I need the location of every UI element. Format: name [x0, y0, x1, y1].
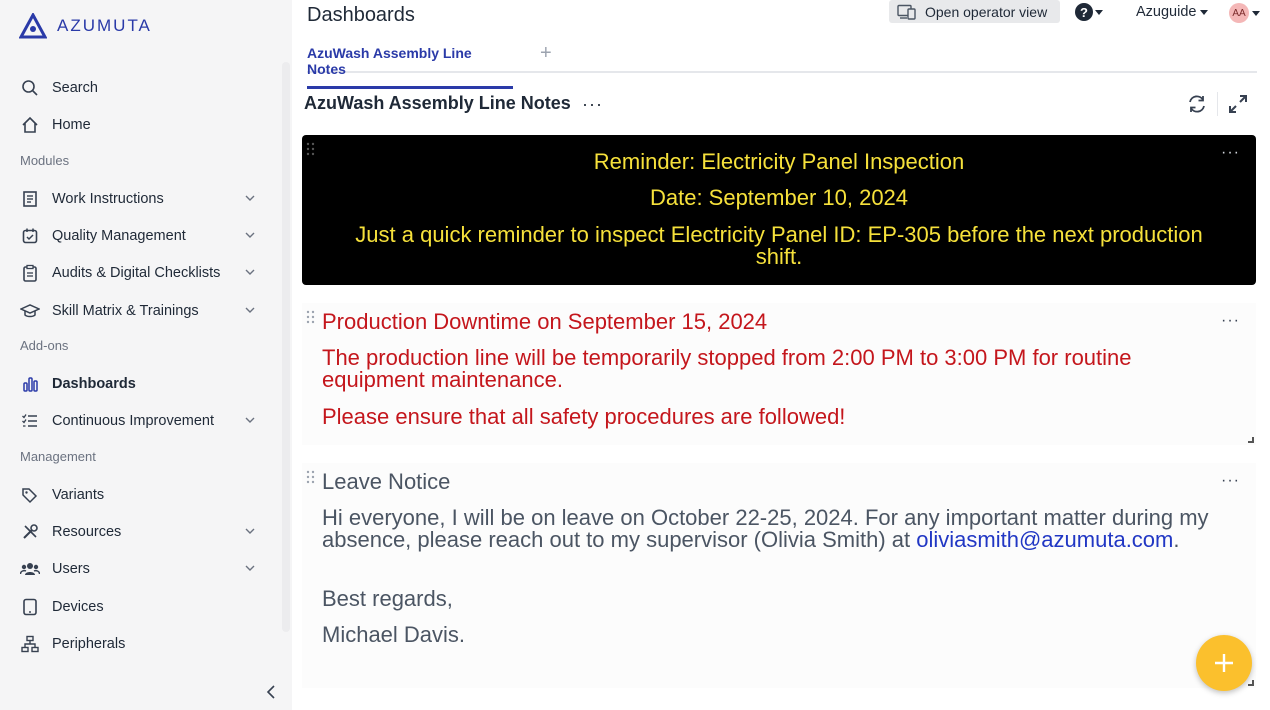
fullscreen-icon[interactable]	[1228, 94, 1248, 114]
drag-handle-icon[interactable]	[306, 142, 316, 156]
sidebar-item-label: Audits & Digital Checklists	[52, 265, 221, 281]
leave-body-period: .	[1173, 527, 1180, 552]
sidebar-item-quality-management[interactable]: Quality Management	[0, 219, 280, 253]
home-icon	[20, 115, 40, 135]
sidebar-item-devices[interactable]: Devices	[0, 590, 280, 624]
logo-text: AZUMUTA	[57, 16, 152, 35]
document-icon	[20, 189, 40, 209]
sidebar-item-variants[interactable]: Variants	[0, 478, 280, 512]
dashboard-title: AzuWash Assembly Line Notes	[304, 93, 571, 113]
reminder-date: Date: September 10, 2024	[649, 185, 909, 210]
caret-down-icon	[1252, 10, 1260, 16]
chevron-down-icon[interactable]	[244, 525, 256, 537]
sidebar-item-label: Search	[52, 80, 98, 96]
tags-icon	[20, 485, 40, 505]
leave-signature: Michael Davis.	[322, 622, 466, 647]
sidebar-item-search[interactable]: Search	[0, 71, 280, 105]
network-icon	[20, 634, 40, 654]
checklist-icon	[20, 411, 40, 431]
chevron-down-icon[interactable]	[244, 562, 256, 574]
downtime-warning: Please ensure that all safety procedures…	[322, 404, 846, 429]
drag-handle-icon[interactable]	[306, 470, 316, 484]
sidebar-item-label: Resources	[52, 524, 122, 540]
sidebar-item-label: Skill Matrix & Trainings	[52, 303, 199, 319]
downtime-title: Production Downtime on September 15, 202…	[322, 309, 768, 334]
azumuta-logo[interactable]: AZUMUTA	[19, 13, 152, 39]
caret-down-icon	[1095, 9, 1103, 15]
section-label-management: Management	[20, 449, 96, 464]
main-content: Dashboards Open operator view ? Azuguide…	[292, 0, 1270, 710]
add-widget-button[interactable]	[1196, 635, 1252, 691]
logo-icon	[19, 13, 47, 39]
downtime-widget: ··· Production Downtime on September 15,…	[302, 303, 1256, 445]
tools-icon	[20, 522, 40, 542]
chevron-down-icon[interactable]	[244, 192, 256, 204]
search-icon	[20, 78, 40, 98]
chevron-down-icon[interactable]	[244, 304, 256, 316]
workspace-menu-button[interactable]: Azuguide	[1136, 4, 1209, 20]
help-menu-button[interactable]: ?	[1075, 3, 1103, 21]
leave-notice-widget: ··· Leave Notice Hi everyone, I will be …	[302, 463, 1256, 688]
sidebar-item-audits[interactable]: Audits & Digital Checklists	[0, 256, 280, 290]
reminder-title: Reminder: Electricity Panel Inspection	[593, 149, 965, 174]
chevron-down-icon[interactable]	[244, 229, 256, 241]
reminder-body: Just a quick reminder to inspect Electri…	[355, 222, 1203, 269]
dashboard-menu-button[interactable]: ···	[582, 94, 603, 115]
user-menu-button[interactable]: AA	[1229, 3, 1260, 23]
graduation-cap-icon	[20, 301, 40, 321]
section-label-modules: Modules	[20, 153, 70, 168]
sidebar-item-label: Work Instructions	[52, 191, 164, 207]
page-title: Dashboards	[307, 4, 415, 26]
sidebar-item-skill-matrix[interactable]: Skill Matrix & Trainings	[0, 294, 280, 328]
clipboard-icon	[20, 263, 40, 283]
sidebar-item-work-instructions[interactable]: Work Instructions	[0, 182, 280, 216]
collapse-sidebar-icon[interactable]	[262, 682, 280, 702]
tablet-icon	[20, 597, 40, 617]
reminder-widget: ··· Reminder: Electricity Panel Inspecti…	[302, 135, 1256, 285]
sidebar-item-label: Home	[52, 117, 91, 133]
sidebar-scrollbar[interactable]	[282, 62, 290, 632]
sidebar-item-label: Dashboards	[52, 376, 136, 392]
sidebar: AZUMUTA Search Home Modules Work Instruc…	[0, 0, 292, 710]
toolbar-divider	[1217, 92, 1218, 116]
chevron-down-icon[interactable]	[244, 266, 256, 278]
supervisor-email-link[interactable]: oliviasmith@azumuta.com	[916, 527, 1173, 552]
dashboard-tabs: AzuWash Assembly Line Notes +	[307, 40, 1257, 89]
leave-body: Hi everyone, I will be on leave on Octob…	[322, 507, 1232, 551]
tab-azuwash-assembly-line-notes[interactable]: AzuWash Assembly Line Notes	[307, 45, 513, 89]
avatar: AA	[1229, 3, 1249, 23]
caret-down-icon	[1200, 9, 1209, 15]
help-icon: ?	[1075, 3, 1093, 21]
sidebar-item-resources[interactable]: Resources	[0, 515, 280, 549]
sidebar-item-label: Continuous Improvement	[52, 413, 214, 429]
bar-chart-icon	[20, 374, 40, 394]
workspace-name: Azuguide	[1136, 4, 1197, 20]
users-icon	[20, 559, 40, 579]
sidebar-item-dashboards[interactable]: Dashboards	[0, 367, 280, 401]
chevron-down-icon[interactable]	[244, 414, 256, 426]
sidebar-item-home[interactable]: Home	[0, 108, 280, 142]
add-tab-button[interactable]: +	[540, 42, 552, 65]
downtime-body: The production line will be temporarily …	[322, 345, 1132, 392]
resize-handle[interactable]	[1248, 437, 1254, 443]
sidebar-item-peripherals[interactable]: Peripherals	[0, 627, 280, 661]
plus-icon	[1215, 654, 1233, 672]
drag-handle-icon[interactable]	[306, 310, 316, 324]
open-operator-view-button[interactable]: Open operator view	[889, 0, 1060, 23]
calendar-check-icon	[20, 226, 40, 246]
open-operator-view-label: Open operator view	[925, 3, 1048, 20]
leave-title: Leave Notice	[322, 469, 451, 494]
resize-handle[interactable]	[1248, 680, 1254, 686]
sidebar-item-label: Devices	[52, 599, 104, 615]
sidebar-item-label: Users	[52, 561, 90, 577]
devices-icon	[897, 4, 916, 20]
sidebar-item-label: Variants	[52, 487, 105, 503]
sidebar-item-continuous-improvement[interactable]: Continuous Improvement	[0, 404, 280, 438]
sidebar-item-users[interactable]: Users	[0, 552, 280, 586]
sidebar-item-label: Quality Management	[52, 228, 186, 244]
leave-closing: Best regards,	[322, 586, 453, 611]
sidebar-item-label: Peripherals	[52, 636, 126, 652]
refresh-icon[interactable]	[1186, 94, 1208, 114]
section-label-addons: Add-ons	[20, 338, 69, 353]
